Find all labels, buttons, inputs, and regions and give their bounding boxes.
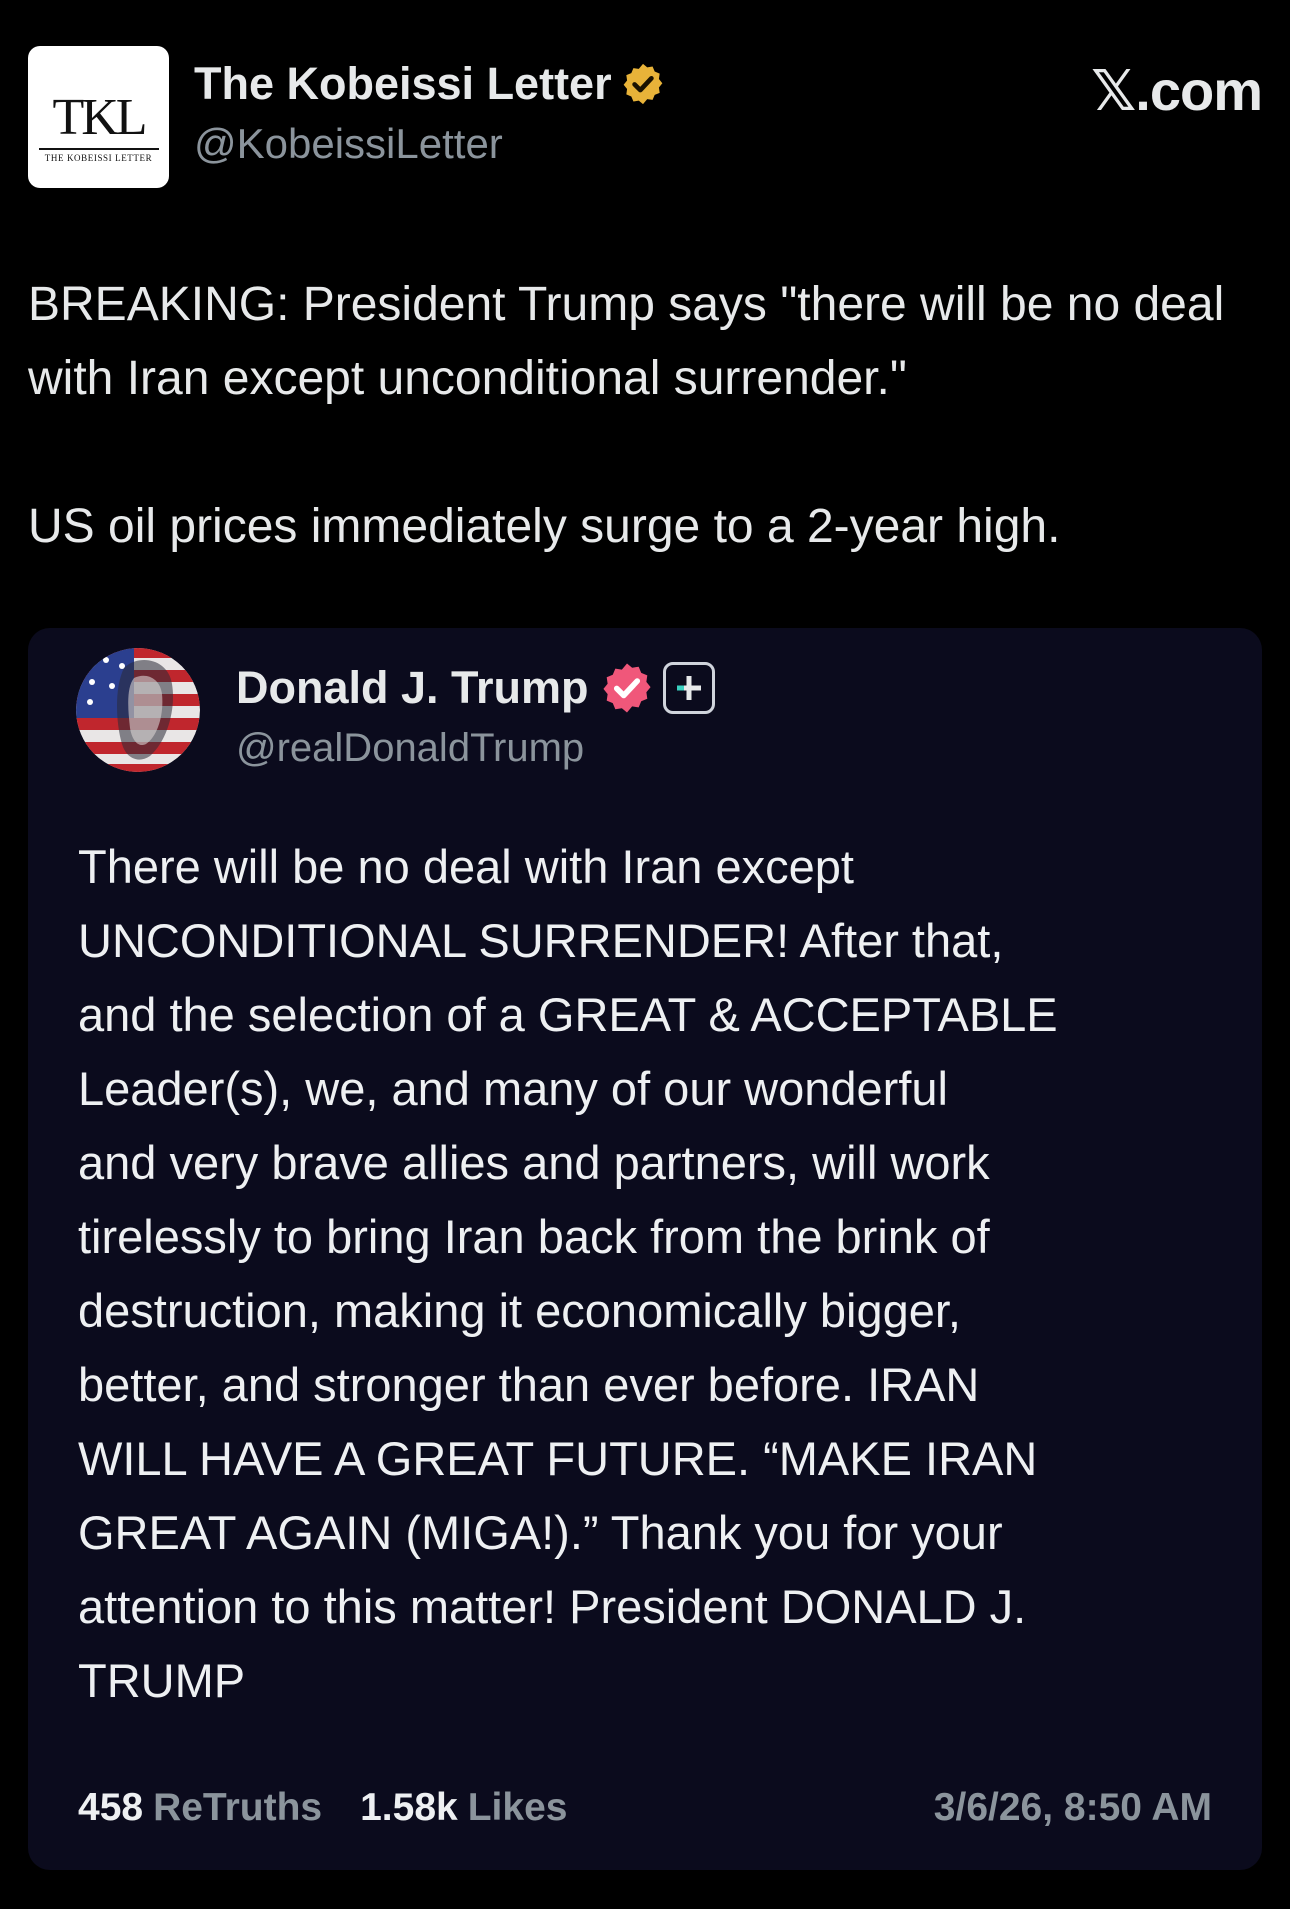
- quoted-author-block: Donald J. Trump @realDonaldTrump: [236, 658, 715, 776]
- quoted-post-footer: 458 ReTruths 1.58k Likes 3/6/26, 8:50 AM: [78, 1780, 1212, 1836]
- quoted-post-card[interactable]: Donald J. Trump @realDonaldTrump There w…: [28, 628, 1262, 1870]
- avatar-logo-rule: [38, 147, 159, 150]
- verified-badge-icon: [623, 63, 662, 105]
- post-header: TKL THE KOBEISSI LETTER The Kobeissi Let…: [28, 46, 1263, 190]
- quoted-author-avatar[interactable]: [76, 648, 200, 772]
- plus-badge-icon: [662, 662, 715, 714]
- likes-label: Likes: [467, 1786, 568, 1829]
- author-block: The Kobeissi Letter @KobeissiLetter: [194, 54, 666, 172]
- avatar-logo-mark: TKL: [52, 88, 147, 146]
- quoted-author-handle[interactable]: @realDonaldTrump: [236, 720, 715, 776]
- post-paragraph: US oil prices immediately surge to a 2-y…: [28, 500, 1061, 553]
- retruths-stat[interactable]: 458 ReTruths: [78, 1786, 322, 1830]
- quoted-author-name[interactable]: Donald J. Trump: [236, 662, 589, 714]
- source-label: 𝕏.com: [1091, 59, 1263, 122]
- flag-portrait-icon: [76, 648, 200, 772]
- retruths-count: 458: [78, 1786, 144, 1829]
- likes-stat[interactable]: 1.58k Likes: [360, 1786, 567, 1830]
- likes-count: 1.58k: [360, 1786, 458, 1829]
- author-handle[interactable]: @KobeissiLetter: [194, 116, 666, 172]
- retruths-label: ReTruths: [153, 1786, 323, 1829]
- post-text: BREAKING: President Trump says "there wi…: [28, 268, 1268, 564]
- post-timestamp[interactable]: 3/6/26, 8:50 AM: [934, 1786, 1212, 1830]
- post-paragraph: BREAKING: President Trump says "there wi…: [28, 278, 1225, 405]
- author-avatar[interactable]: TKL THE KOBEISSI LETTER: [28, 46, 169, 188]
- author-name-row: The Kobeissi Letter: [194, 54, 666, 114]
- author-name[interactable]: The Kobeissi Letter: [194, 54, 612, 114]
- avatar-logo-subtitle: THE KOBEISSI LETTER: [44, 152, 153, 163]
- quoted-author-name-row: Donald J. Trump: [236, 658, 715, 718]
- verified-badge-icon: [602, 663, 651, 713]
- quoted-post-body: There will be no deal with Iran except U…: [78, 840, 1058, 1707]
